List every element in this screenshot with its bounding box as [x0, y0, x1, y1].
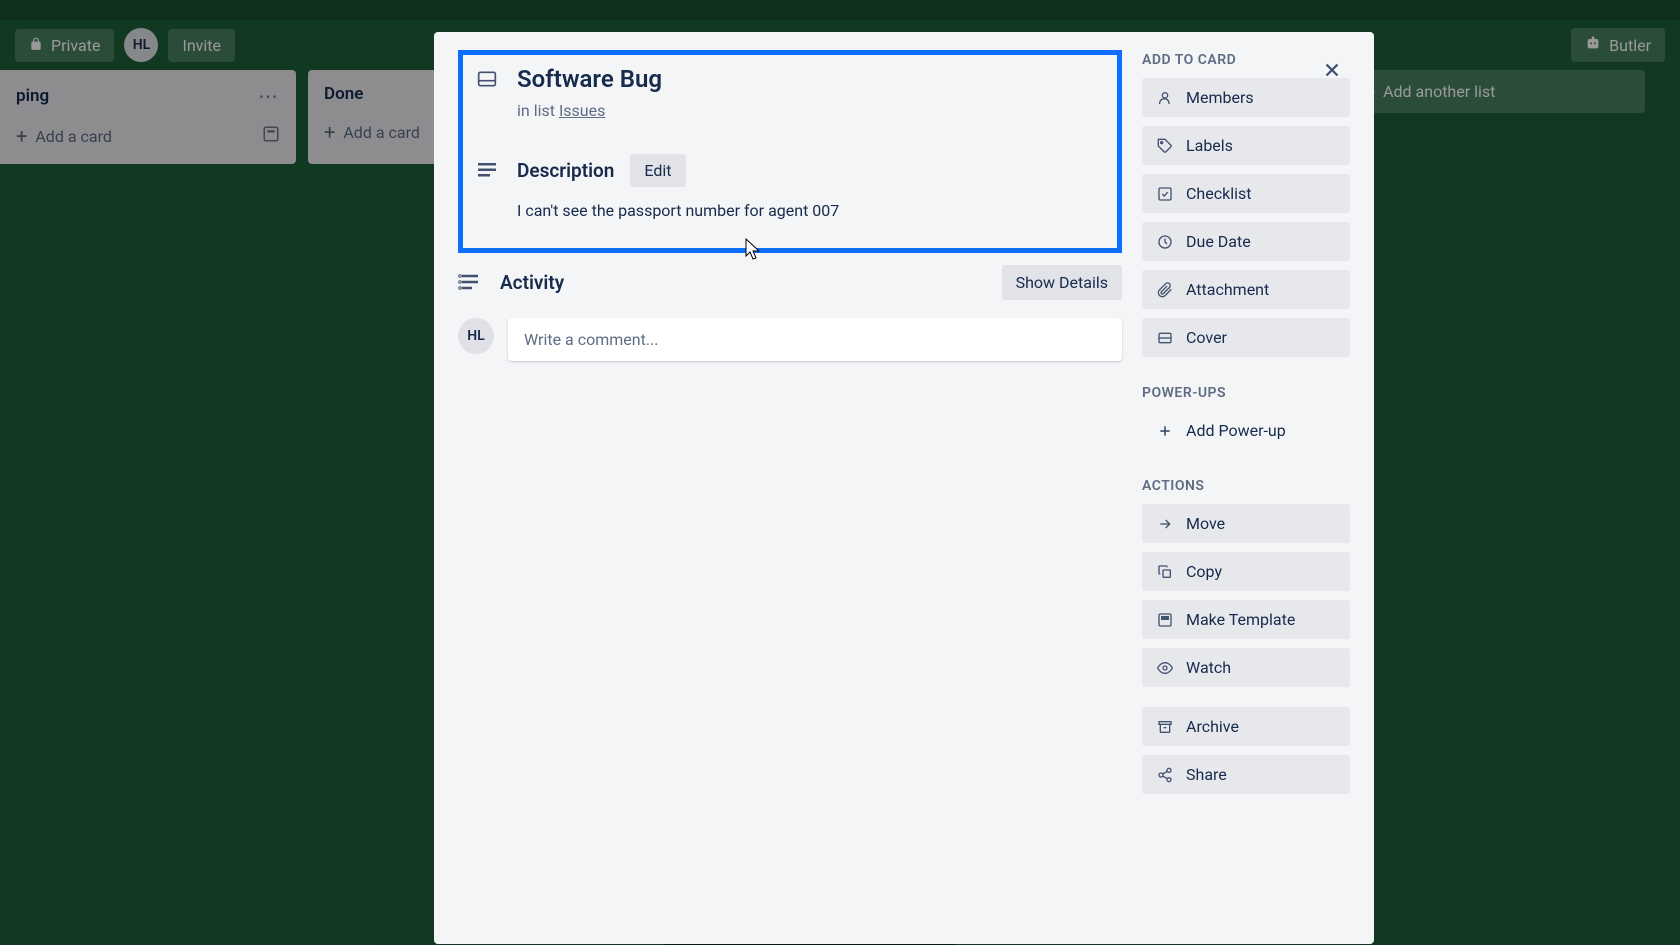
description-icon	[475, 158, 501, 184]
paperclip-icon	[1156, 281, 1174, 299]
move-button[interactable]: Move	[1142, 504, 1350, 543]
checklist-icon	[1156, 185, 1174, 203]
description-text[interactable]: I can't see the passport number for agen…	[517, 201, 1105, 220]
comment-input[interactable]	[508, 318, 1122, 361]
share-button[interactable]: Share	[1142, 755, 1350, 794]
show-details-button[interactable]: Show Details	[1002, 265, 1122, 300]
user-icon	[1156, 89, 1174, 107]
annotation-highlight: Software Bug in list Issues Description …	[458, 50, 1122, 253]
share-icon	[1156, 766, 1174, 784]
template-icon	[1156, 611, 1174, 629]
tag-icon	[1156, 137, 1174, 155]
activity-icon	[458, 270, 484, 296]
make-template-button[interactable]: Make Template	[1142, 600, 1350, 639]
copy-button[interactable]: Copy	[1142, 552, 1350, 591]
archive-button[interactable]: Archive	[1142, 707, 1350, 746]
actions-heading: ACTIONS	[1142, 478, 1350, 494]
card-icon	[475, 69, 499, 93]
powerups-heading: POWER-UPS	[1142, 385, 1350, 401]
list-link[interactable]: Issues	[559, 101, 605, 120]
description-heading: Description	[517, 159, 614, 182]
card-modal: Software Bug in list Issues Description …	[434, 32, 1374, 944]
attachment-button[interactable]: Attachment	[1142, 270, 1350, 309]
activity-heading: Activity	[500, 271, 564, 294]
edit-description-button[interactable]: Edit	[630, 154, 685, 187]
watch-button[interactable]: Watch	[1142, 648, 1350, 687]
checklist-button[interactable]: Checklist	[1142, 174, 1350, 213]
plus-icon	[1156, 422, 1174, 440]
cover-button[interactable]: Cover	[1142, 318, 1350, 357]
eye-icon	[1156, 659, 1174, 677]
card-title[interactable]: Software Bug	[517, 65, 662, 93]
arrow-right-icon	[1156, 515, 1174, 533]
labels-button[interactable]: Labels	[1142, 126, 1350, 165]
add-powerup-button[interactable]: Add Power-up	[1142, 411, 1350, 450]
comment-avatar[interactable]: HL	[458, 318, 494, 354]
modal-main-content: Software Bug in list Issues Description …	[458, 50, 1122, 803]
clock-icon	[1156, 233, 1174, 251]
close-button[interactable]	[1312, 50, 1352, 90]
due-date-button[interactable]: Due Date	[1142, 222, 1350, 261]
modal-sidebar: ADD TO CARD Members Labels Checkl	[1142, 50, 1350, 803]
cover-icon	[1156, 329, 1174, 347]
card-list-location: in list Issues	[517, 101, 1105, 120]
archive-icon	[1156, 718, 1174, 736]
copy-icon	[1156, 563, 1174, 581]
